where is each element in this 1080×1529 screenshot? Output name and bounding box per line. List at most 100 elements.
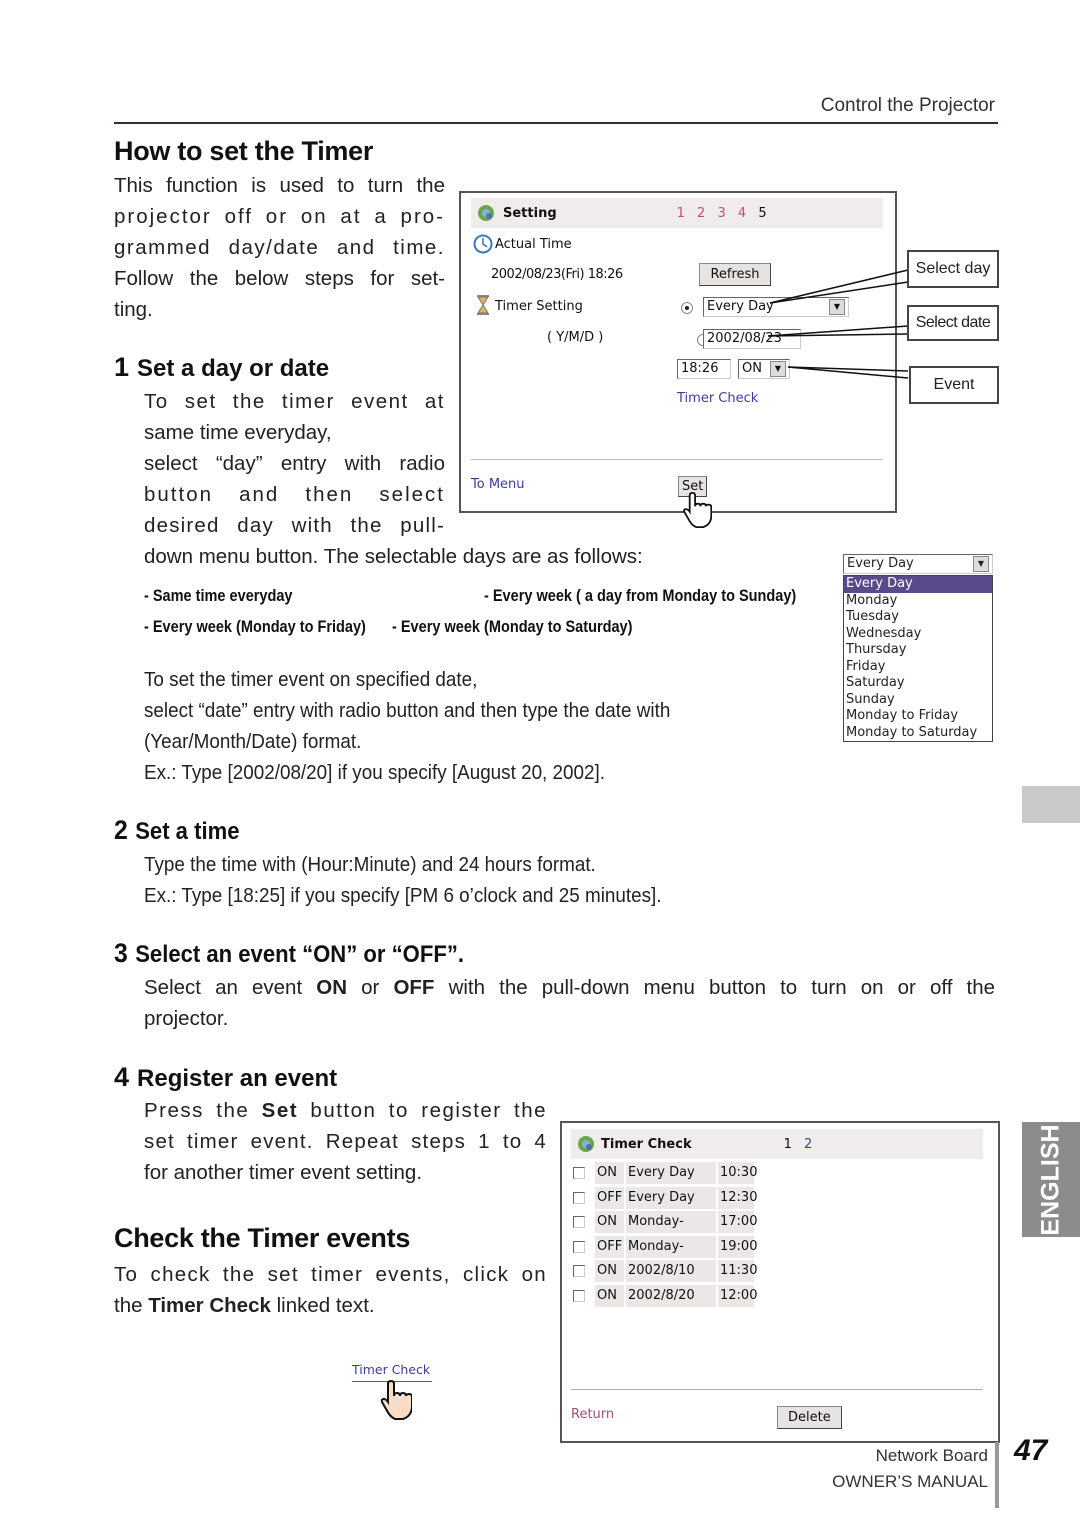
setting-pagination: 1 2 3 4 5 bbox=[677, 206, 771, 221]
dropdown-option[interactable]: Wednesday bbox=[844, 626, 992, 643]
step3-heading: 3 Select an event “ON” or “OFF”. bbox=[114, 938, 464, 969]
date-line: To set the timer event on specified date… bbox=[144, 668, 478, 691]
callout-select-day: Select day bbox=[907, 250, 999, 288]
step-title: Register an event bbox=[137, 1065, 338, 1092]
page-title: How to set the Timer bbox=[114, 136, 374, 166]
hand-pointer-icon bbox=[683, 492, 712, 528]
text: the bbox=[114, 1294, 149, 1317]
dropdown-option[interactable]: Saturday bbox=[844, 675, 992, 692]
side-tab-blank bbox=[1022, 786, 1080, 823]
row-checkbox[interactable] bbox=[573, 1289, 585, 1302]
step-number: 4 bbox=[114, 1062, 130, 1092]
text: linked text. bbox=[270, 1294, 375, 1317]
timer-setting-label: Timer Setting bbox=[495, 299, 583, 314]
step1-line: same time everyday, bbox=[144, 421, 332, 444]
check-title: Check the Timer events bbox=[114, 1223, 411, 1253]
panel-divider bbox=[471, 459, 883, 460]
ymd-label: ( Y/M/D ) bbox=[547, 330, 604, 345]
check-line: To check the set timer events, click on bbox=[114, 1263, 547, 1286]
event-cell: OFF bbox=[595, 1235, 624, 1258]
language-label: ENGLISH bbox=[1036, 1123, 1065, 1236]
when-cell: Monday-Friday bbox=[626, 1211, 716, 1251]
page-link[interactable]: 4 bbox=[738, 206, 750, 221]
section-header: Control the Projector bbox=[820, 95, 995, 116]
step1-heading: 1 Set a day or date bbox=[114, 352, 329, 383]
page-link[interactable]: 1 bbox=[677, 206, 689, 221]
event-cell: OFF bbox=[595, 1186, 624, 1209]
timer-check-link[interactable]: Timer Check bbox=[677, 391, 758, 406]
setting-header-bar: Setting 1 2 3 4 5 bbox=[471, 198, 883, 228]
step4-heading: 4 Register an event bbox=[114, 1062, 337, 1093]
when-cell: 2002/8/20 bbox=[626, 1284, 716, 1307]
day-radio[interactable] bbox=[681, 302, 693, 314]
panel-divider bbox=[571, 1389, 983, 1390]
step1-line: select “day” entry with radio bbox=[144, 452, 445, 475]
timer-event-row: ON 2002/8/20 12:00 bbox=[567, 1284, 757, 1309]
hand-pointer-icon bbox=[380, 1380, 412, 1420]
intro-line: grammed day/date and time. bbox=[114, 236, 445, 259]
delete-button[interactable]: Delete bbox=[777, 1406, 842, 1429]
timer-check-link-illustration[interactable]: Timer Check bbox=[352, 1362, 430, 1377]
time-input[interactable]: 18:26 bbox=[677, 359, 731, 379]
to-menu-link[interactable]: To Menu bbox=[471, 477, 525, 492]
dropdown-option[interactable]: Thursday bbox=[844, 642, 992, 659]
callout-select-date: Select date bbox=[907, 305, 999, 341]
actual-time-value: 2002/08/23(Fri) 18:26 bbox=[491, 267, 623, 282]
when-cell: 2002/8/10 bbox=[626, 1260, 716, 1283]
page-link[interactable]: 2 bbox=[697, 206, 709, 221]
timer-event-row: OFFMonday-Friday19:00 bbox=[567, 1235, 757, 1276]
timer-check-gear-icon bbox=[578, 1136, 594, 1152]
dropdown-option[interactable]: Friday bbox=[844, 659, 992, 676]
dropdown-option[interactable]: Monday bbox=[844, 593, 992, 610]
intro-line: This function is used to turn the bbox=[114, 174, 445, 197]
timer-check-title: Timer Check bbox=[601, 1136, 692, 1152]
time-cell: 12:00 bbox=[718, 1284, 757, 1307]
text-bold: Set bbox=[261, 1099, 299, 1122]
row-checkbox[interactable] bbox=[573, 1265, 585, 1278]
return-link[interactable]: Return bbox=[571, 1407, 614, 1422]
time-cell: 17:00 bbox=[718, 1211, 757, 1234]
row-checkbox[interactable] bbox=[573, 1216, 585, 1229]
step-title: Set a day or date bbox=[137, 355, 330, 382]
setting-gear-icon bbox=[478, 205, 494, 221]
dropdown-option[interactable]: Tuesday bbox=[844, 609, 992, 626]
step-number: 3 bbox=[114, 938, 128, 968]
chevron-down-icon[interactable]: ▼ bbox=[973, 556, 989, 572]
footer-rule bbox=[995, 1442, 999, 1508]
timer-event-list: ON Every Day 10:30 OFF Every Day 12:30 ON Monda… bbox=[567, 1161, 757, 1309]
timer-check-pagination: 1 2 bbox=[784, 1137, 817, 1152]
dropdown-option[interactable]: Sunday bbox=[844, 692, 992, 709]
event-cell: ON bbox=[595, 1162, 624, 1185]
check-text: To check the set timer events, click on … bbox=[114, 1259, 547, 1321]
step4-text: Press the Set button to register the set… bbox=[144, 1095, 547, 1188]
row-checkbox[interactable] bbox=[573, 1167, 585, 1180]
dropdown-option[interactable]: Monday to Friday bbox=[844, 708, 992, 725]
time-cell: 11:30 bbox=[718, 1260, 757, 1283]
row-checkbox[interactable] bbox=[573, 1191, 585, 1204]
date-line: (Year/Month/Date) format. bbox=[144, 730, 362, 753]
dropdown-option[interactable]: Every Day bbox=[844, 576, 992, 593]
time-cell: 19:00 bbox=[718, 1235, 757, 1258]
callout-leaders bbox=[767, 269, 909, 379]
dropdown-option[interactable]: Monday to Saturday bbox=[844, 725, 992, 742]
page-link[interactable]: 3 bbox=[717, 206, 729, 221]
day-dropdown-select[interactable]: Every Day ▼ bbox=[843, 554, 993, 574]
actual-time-label: Actual Time bbox=[495, 237, 572, 252]
intro-text: This function is used to turn the projec… bbox=[114, 170, 445, 325]
step-title: Select an event “ON” or “OFF”. bbox=[135, 941, 465, 968]
text: with the pull-down menu button to turn o… bbox=[434, 976, 996, 999]
step1-line: button and then select bbox=[144, 483, 445, 506]
page-link[interactable]: 2 bbox=[804, 1137, 816, 1152]
option-every-week-day: - Every week ( a day from Monday to Sund… bbox=[484, 587, 797, 605]
callout-event: Event bbox=[909, 366, 999, 404]
timer-event-row: ONMonday-Friday17:00 bbox=[567, 1210, 757, 1251]
timer-event-row: OFF Every Day 12:30 bbox=[567, 1186, 757, 1211]
step-number: 1 bbox=[114, 352, 130, 382]
step2-heading: 2 Set a time bbox=[114, 815, 240, 846]
option-mon-fri: - Every week (Monday to Friday) bbox=[144, 618, 366, 636]
row-checkbox[interactable] bbox=[573, 1240, 585, 1253]
step2-line: Ex.: Type [18:25] if you specify [PM 6 o… bbox=[144, 884, 662, 907]
step4-line: for another timer event setting. bbox=[144, 1161, 423, 1184]
step1-line-wide: down menu button. The selectable days ar… bbox=[144, 545, 643, 568]
text: Select an event bbox=[144, 976, 317, 999]
